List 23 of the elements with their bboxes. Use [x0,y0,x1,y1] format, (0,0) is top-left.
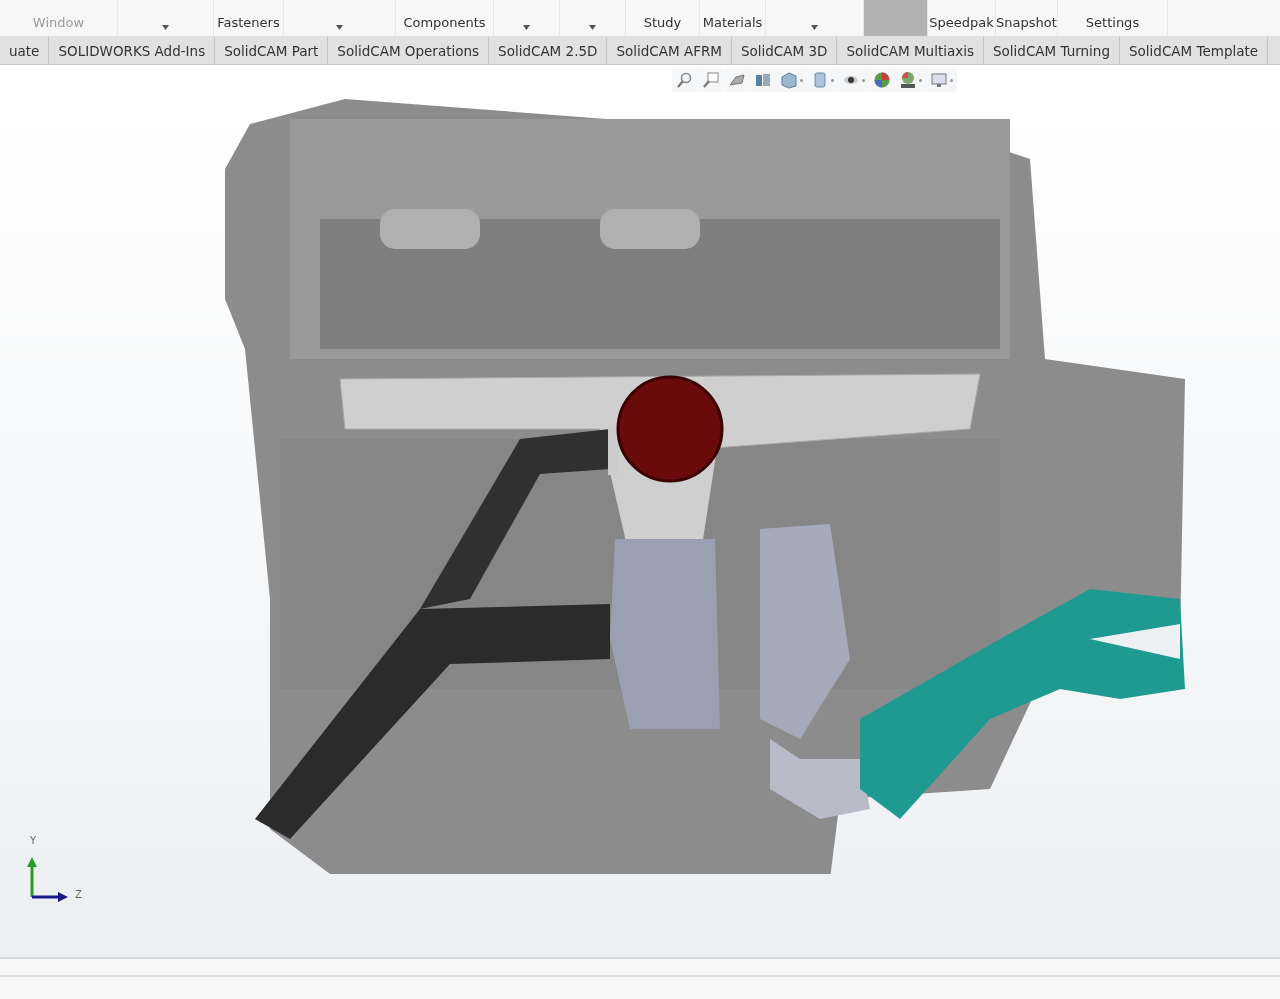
caret-icon[interactable] [589,25,596,30]
dropdown-dot-icon [862,78,865,82]
dropdown-dot-icon [800,78,803,82]
caret-icon[interactable] [523,25,530,30]
monitor-icon[interactable] [930,71,948,89]
scene-icon[interactable] [899,71,917,89]
axis-label: Z [75,889,82,900]
caret-icon[interactable] [811,25,818,30]
dropdown-dot-icon [831,78,834,82]
ribbon-button[interactable]: Fasteners [214,0,284,36]
ribbon-button[interactable]: Materials [700,0,766,36]
cube-icon[interactable] [780,71,798,89]
ribbon-button[interactable]: Components [396,0,494,36]
caret-icon[interactable] [162,25,169,30]
dropdown-dot-icon [919,78,922,82]
axis-label: Y [30,835,37,846]
dropdown-dot-icon [950,78,953,82]
caret-icon[interactable] [336,25,343,30]
ribbon-button[interactable]: Snapshot [996,0,1058,36]
ribbon-button[interactable]: Speedpak [928,0,996,36]
ribbon-button[interactable]: Study [626,0,700,36]
ribbon-button[interactable]: Settings [1058,0,1168,36]
cube-icon[interactable] [811,71,829,89]
